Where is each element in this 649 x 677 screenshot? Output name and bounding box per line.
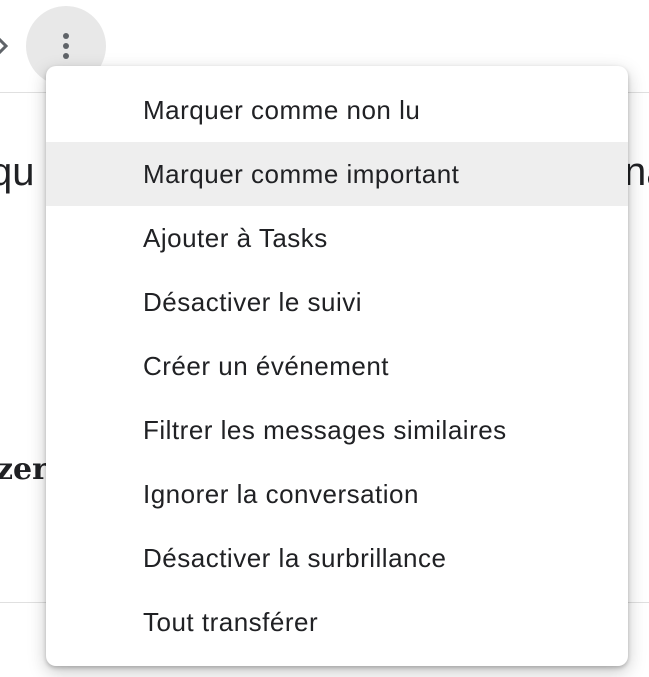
menu-item-forward-all[interactable]: Tout transférer (46, 590, 628, 654)
chevron-right-icon[interactable] (0, 34, 12, 58)
more-options-menu: Marquer comme non lu Marquer comme impor… (46, 66, 628, 666)
menu-item-mark-important[interactable]: Marquer comme important (46, 142, 628, 206)
menu-item-disable-highlight[interactable]: Désactiver la surbrillance (46, 526, 628, 590)
menu-item-create-event[interactable]: Créer un événement (46, 334, 628, 398)
menu-item-filter-similar[interactable]: Filtrer les messages similaires (46, 398, 628, 462)
menu-item-add-to-tasks[interactable]: Ajouter à Tasks (46, 206, 628, 270)
menu-item-mark-unread[interactable]: Marquer comme non lu (46, 78, 628, 142)
menu-item-mute-conversation[interactable]: Ignorer la conversation (46, 462, 628, 526)
more-vert-icon (63, 33, 69, 59)
background-bold-fragment: zer (0, 452, 48, 487)
background-text-fragment: qu (0, 150, 35, 194)
menu-item-disable-tracking[interactable]: Désactiver le suivi (46, 270, 628, 334)
